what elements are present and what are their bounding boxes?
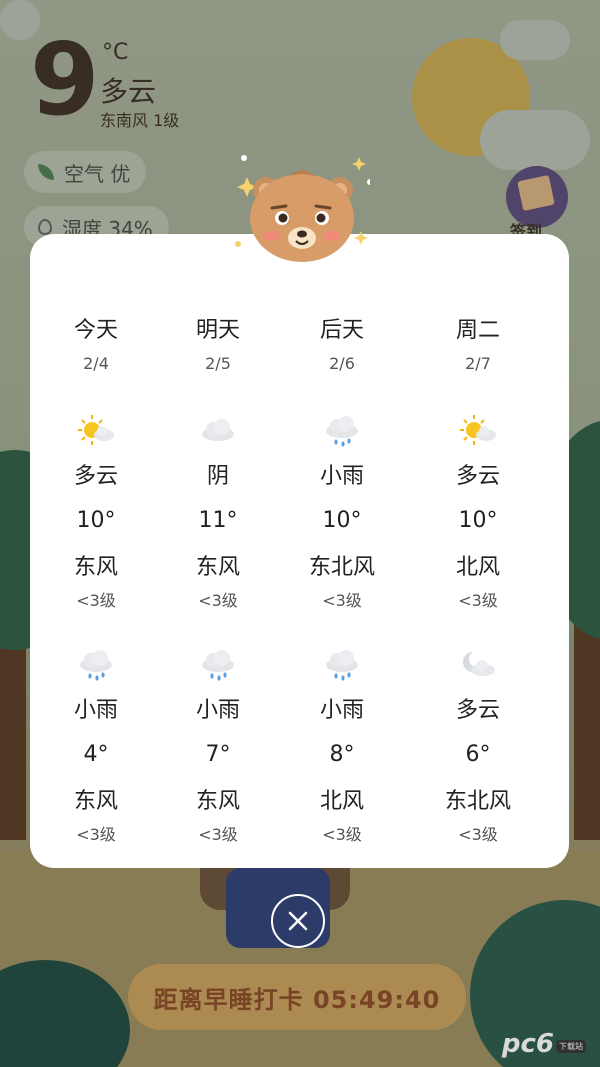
cloud-icon [202,419,234,441]
wind-direction-label: 北风 [455,555,500,580]
temperature-label: 10° [322,508,362,533]
forecast-modal: 今天 2/4 明天 2/5 后天 2/6 周二 2/7 多云 10° 东风 <3… [30,234,569,868]
day-name: 周二 [455,318,500,343]
wind-direction-label: 东风 [195,555,240,580]
day-header: 明天 2/5 [158,312,278,373]
day-date: 2/6 [329,354,355,373]
close-button[interactable] [271,894,325,948]
day-date: 2/7 [465,354,491,373]
rain-icon [326,650,358,681]
rain-icon [80,650,112,681]
wind-level-label: <3级 [458,591,498,610]
condition-label: 小雨 [319,698,364,723]
wind-level-label: <3级 [76,591,116,610]
temperature-label: 8° [329,742,355,767]
temperature-label: 10° [76,508,116,533]
temperature-label: 10° [458,508,498,533]
rain-icon [202,650,234,681]
wind-direction-label: 东北风 [444,789,511,814]
temperature-label: 4° [83,742,109,767]
wind-level-label: <3级 [76,825,116,844]
temperature-label: 7° [205,742,231,767]
day-name: 后天 [319,318,364,343]
day-forecast-cell: 阴 11° 东风 <3级 [158,414,278,611]
wind-direction-label: 北风 [319,789,364,814]
wind-level-label: <3级 [198,825,238,844]
day-date: 2/4 [83,354,109,373]
temperature-label: 6° [465,742,491,767]
wind-direction-label: 东风 [73,789,118,814]
day-header: 后天 2/6 [282,312,402,373]
sun-cloud-icon [460,415,496,445]
wind-direction-label: 东风 [195,789,240,814]
wind-level-label: <3级 [322,591,362,610]
day-forecast-cell: 多云 10° 东风 <3级 [36,414,156,611]
day-name: 明天 [195,318,240,343]
night-forecast-cell: 小雨 7° 东风 <3级 [158,648,278,845]
condition-label: 多云 [455,464,500,489]
wind-direction-label: 东北风 [308,555,375,580]
condition-label: 阴 [206,464,229,489]
day-header: 周二 2/7 [418,312,538,373]
rain-icon [326,416,358,447]
sun-cloud-icon [78,415,114,445]
wind-level-label: <3级 [322,825,362,844]
bear-mascot-icon [235,155,370,262]
condition-label: 小雨 [319,464,364,489]
close-icon [288,911,308,931]
condition-label: 小雨 [73,698,118,723]
day-name: 今天 [73,318,118,343]
night-forecast-cell: 小雨 4° 东风 <3级 [36,648,156,845]
day-header: 今天 2/4 [36,312,156,373]
wind-level-label: <3级 [458,825,498,844]
moon-cloud-icon [463,651,495,676]
day-date: 2/5 [205,354,231,373]
condition-label: 小雨 [195,698,240,723]
day-forecast-cell: 小雨 10° 东北风 <3级 [282,414,402,611]
wind-level-label: <3级 [198,591,238,610]
wind-direction-label: 东风 [73,555,118,580]
night-forecast-cell: 多云 6° 东北风 <3级 [418,648,538,845]
day-forecast-cell: 多云 10° 北风 <3级 [418,414,538,611]
temperature-label: 11° [198,508,238,533]
night-forecast-cell: 小雨 8° 北风 <3级 [282,648,402,845]
condition-label: 多云 [455,698,500,723]
condition-label: 多云 [73,464,118,489]
